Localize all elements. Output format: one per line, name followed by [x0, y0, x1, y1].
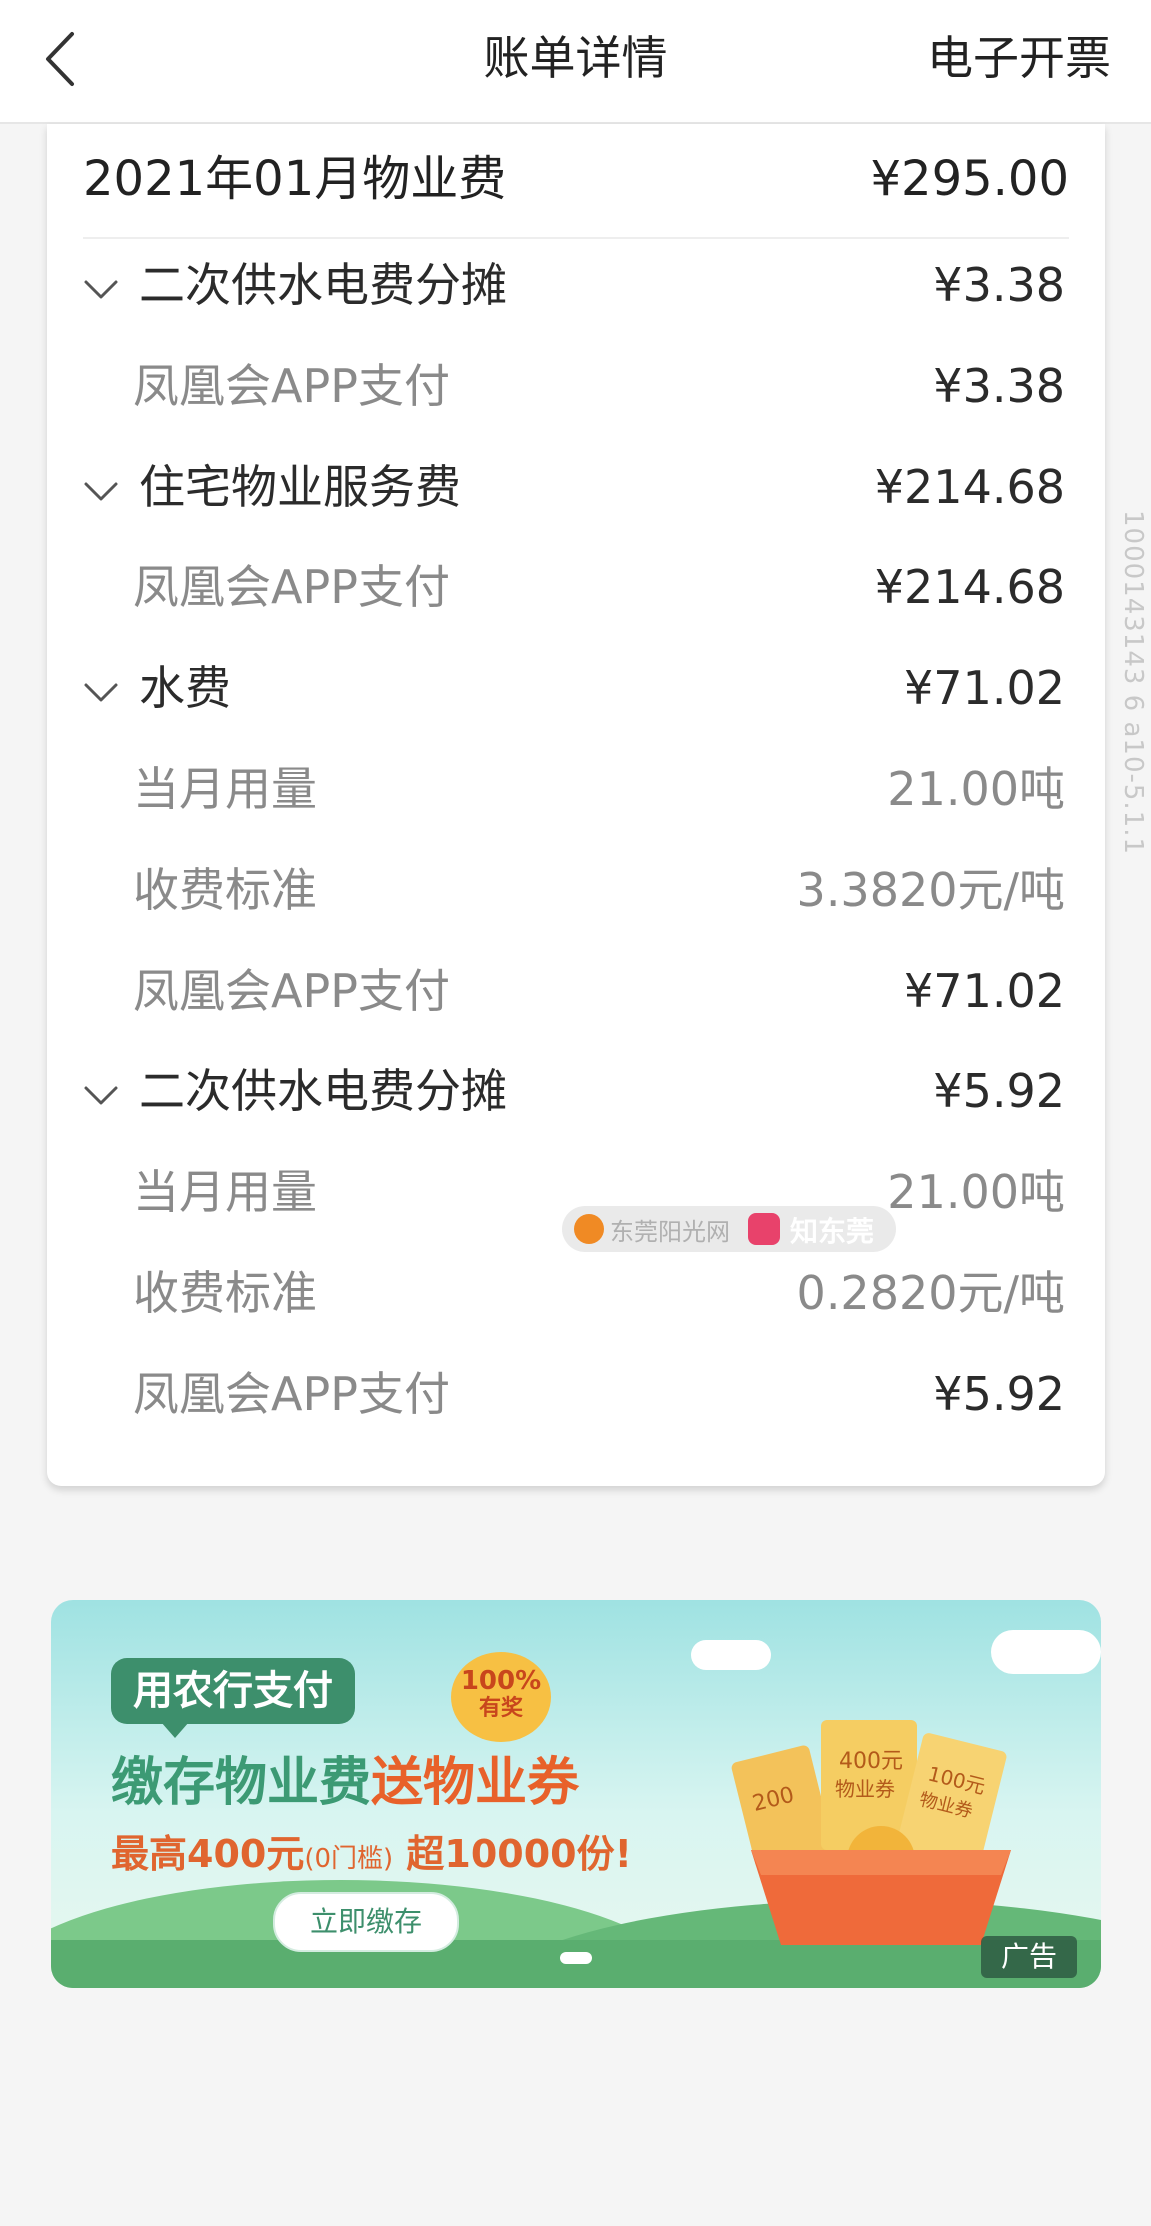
banner-headline: 缴存物业费送物业券 [111, 1750, 579, 1816]
row-value: ¥3.38 [933, 258, 1065, 312]
tag-tail [161, 1722, 189, 1738]
chevron-down-icon[interactable] [83, 682, 119, 704]
row-value: ¥5.92 [933, 1366, 1065, 1421]
chevron-down-icon[interactable] [83, 481, 119, 503]
bill-name: 2021年01月物业费 [83, 151, 507, 207]
watermark: 东莞阳光网 知东莞 [562, 1206, 896, 1252]
row-value: ¥71.02 [904, 963, 1065, 1018]
row-value: ¥5.92 [933, 1064, 1065, 1119]
subline-part-b: 超10000份! [393, 1832, 632, 1876]
bill-detail-row: 凤凰会APP支付 ¥214.68 [47, 539, 1105, 639]
sunshine-logo-icon [574, 1214, 604, 1244]
bill-detail-row: 收费标准 0.2820元/吨 [47, 1245, 1105, 1345]
row-label: 凤凰会APP支付 [133, 560, 450, 615]
version-watermark: 1000143143 6 a10-5.1.1 [1118, 510, 1148, 856]
row-label: 收费标准 [133, 862, 317, 917]
row-value: 3.3820元/吨 [796, 862, 1065, 917]
payment-tag: 用农行支付 [111, 1658, 355, 1724]
reward-badge: 100% 有奖 [451, 1652, 551, 1742]
bill-detail-row: 凤凰会APP支付 ¥5.92 [47, 1346, 1105, 1446]
bill-item-row[interactable]: 二次供水电费分摊 ¥5.92 [47, 1043, 1105, 1143]
ad-label: 广告 [981, 1936, 1077, 1978]
headline-part-a: 缴存物业费 [111, 1753, 372, 1813]
badge-bottom: 有奖 [478, 1696, 523, 1721]
subline-part-a: 最高400元 [111, 1832, 305, 1876]
row-value: ¥214.68 [874, 560, 1065, 615]
eye-logo-icon [748, 1213, 780, 1245]
row-value: ¥214.68 [874, 459, 1065, 514]
headline-part-b: 送物业券 [371, 1753, 580, 1813]
bill-detail-row: 凤凰会APP支付 ¥71.02 [47, 943, 1105, 1043]
bill-detail-row: 凤凰会APP支付 ¥3.38 [47, 338, 1105, 438]
row-label: 住宅物业服务费 [139, 459, 461, 514]
deposit-now-button[interactable]: 立即缴存 [273, 1892, 459, 1952]
watermark-brand: 知东莞 [790, 1215, 875, 1248]
bill-item-row[interactable]: 住宅物业服务费 ¥214.68 [47, 439, 1105, 539]
badge-top: 100% [460, 1666, 542, 1696]
row-value: ¥3.38 [933, 358, 1065, 413]
row-label: 二次供水电费分摊 [139, 1064, 507, 1119]
chevron-down-icon[interactable] [83, 279, 119, 301]
row-value: 21.00吨 [887, 762, 1065, 816]
cloud-decoration [691, 1640, 771, 1670]
bill-detail-row: 当月用量 21.00吨 [47, 741, 1105, 841]
row-label: 水费 [139, 661, 231, 716]
coupon-1-text: 400元 [839, 1749, 903, 1774]
bill-detail-row: 收费标准 3.3820元/吨 [47, 842, 1105, 942]
bill-total-amount: ¥295.00 [870, 151, 1070, 207]
top-nav-bar: 账单详情 电子开票 [0, 0, 1151, 124]
bill-detail-card: 2021年01月物业费 ¥295.00 二次供水电费分摊 ¥3.38 凤凰会APP支… [47, 124, 1105, 1486]
row-label: 当月用量 [133, 762, 317, 816]
carousel-indicator[interactable] [560, 1952, 592, 1964]
bill-item-row[interactable]: 二次供水电费分摊 ¥3.38 [47, 237, 1105, 337]
coupon-1b-text: 物业券 [835, 1777, 895, 1801]
row-label: 收费标准 [133, 1266, 317, 1320]
bill-summary: 2021年01月物业费 ¥295.00 [83, 124, 1069, 239]
chevron-down-icon[interactable] [83, 1085, 119, 1107]
row-label: 凤凰会APP支付 [133, 1366, 450, 1421]
row-value: 21.00吨 [887, 1165, 1065, 1220]
row-value: 0.2820元/吨 [796, 1266, 1065, 1320]
row-label: 当月用量 [133, 1165, 317, 1220]
row-label: 二次供水电费分摊 [139, 258, 507, 312]
subline-small: (0门槛) [304, 1844, 394, 1874]
row-label: 凤凰会APP支付 [133, 358, 450, 413]
e-invoice-button[interactable]: 电子开票 [927, 28, 1111, 88]
banner-subline: 最高400元(0门槛) 超10000份! [111, 1828, 632, 1885]
gift-box-illustration: 200 400元 物业券 100元 物业券 [731, 1720, 1011, 1945]
cloud-decoration [991, 1630, 1101, 1674]
watermark-site: 东莞阳光网 [610, 1218, 730, 1246]
row-value: ¥71.02 [904, 661, 1065, 716]
promo-banner[interactable]: 用农行支付 100% 有奖 缴存物业费送物业券 最高400元(0门槛) 超100… [51, 1600, 1101, 1988]
row-label: 凤凰会APP支付 [133, 963, 450, 1018]
bill-item-row[interactable]: 水费 ¥71.02 [47, 640, 1105, 740]
